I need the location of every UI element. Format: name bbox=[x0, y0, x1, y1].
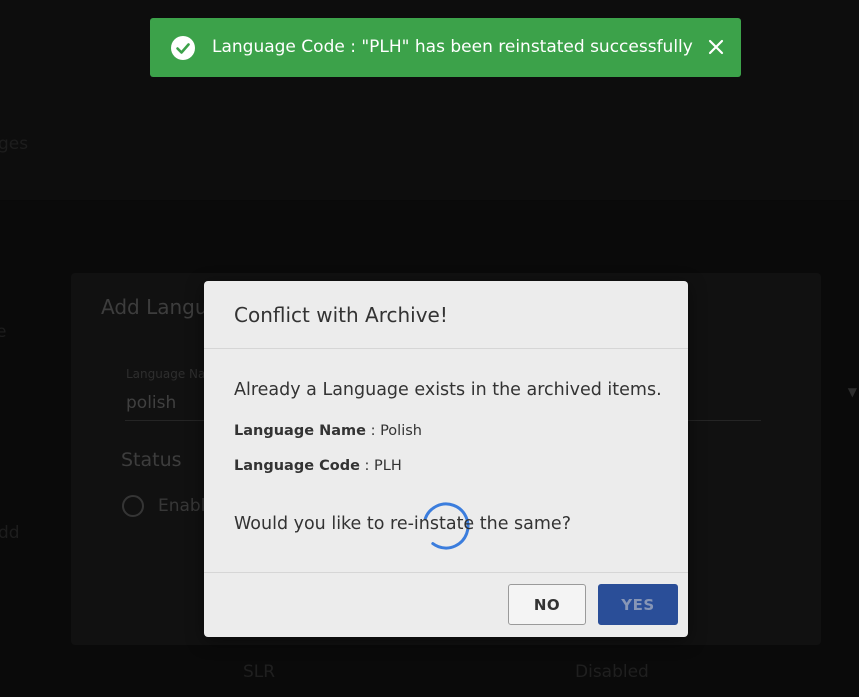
close-icon[interactable] bbox=[705, 36, 727, 58]
language-name-input[interactable]: polish bbox=[126, 393, 176, 413]
dialog-body: Already a Language exists in the archive… bbox=[204, 349, 688, 573]
background-text-mid: e bbox=[0, 322, 7, 342]
toast-message: Language Code : "PLH" has been reinstate… bbox=[212, 37, 693, 57]
language-name-detail-value: : Polish bbox=[365, 423, 422, 439]
table-cell-status: Disabled bbox=[575, 662, 649, 682]
language-code-detail: Language Code : PLH bbox=[234, 458, 402, 474]
no-button[interactable]: NO bbox=[508, 584, 586, 625]
dialog-message: Already a Language exists in the archive… bbox=[234, 380, 662, 400]
language-name-label: Language Na bbox=[126, 367, 206, 381]
dialog-title: Conflict with Archive! bbox=[234, 302, 448, 327]
background-text-add: dd bbox=[0, 523, 20, 543]
language-code-detail-label: Language Code bbox=[234, 458, 360, 474]
language-name-detail: Language Name : Polish bbox=[234, 423, 422, 439]
yes-button[interactable]: YES bbox=[598, 584, 678, 625]
panel-title: Add Langua bbox=[101, 295, 220, 319]
table-cell-code: SLR bbox=[243, 662, 276, 682]
conflict-dialog: Conflict with Archive! Already a Languag… bbox=[204, 281, 688, 637]
success-toast: Language Code : "PLH" has been reinstate… bbox=[150, 18, 741, 77]
status-label: Status bbox=[121, 449, 182, 471]
dialog-header: Conflict with Archive! bbox=[204, 281, 688, 349]
check-circle-icon bbox=[171, 36, 195, 60]
language-name-detail-label: Language Name bbox=[234, 423, 366, 439]
background-text-top: ges bbox=[0, 134, 29, 154]
enable-radio-label: Enabl bbox=[158, 496, 206, 516]
dialog-question: Would you like to re-instate the same? bbox=[234, 514, 571, 534]
enable-radio[interactable] bbox=[122, 495, 144, 517]
dropdown-arrow-icon: ▼ bbox=[847, 385, 857, 399]
language-code-detail-value: : PLH bbox=[359, 458, 402, 474]
dialog-footer: NO YES bbox=[204, 572, 688, 637]
background-scroll-strip bbox=[853, 90, 859, 150]
